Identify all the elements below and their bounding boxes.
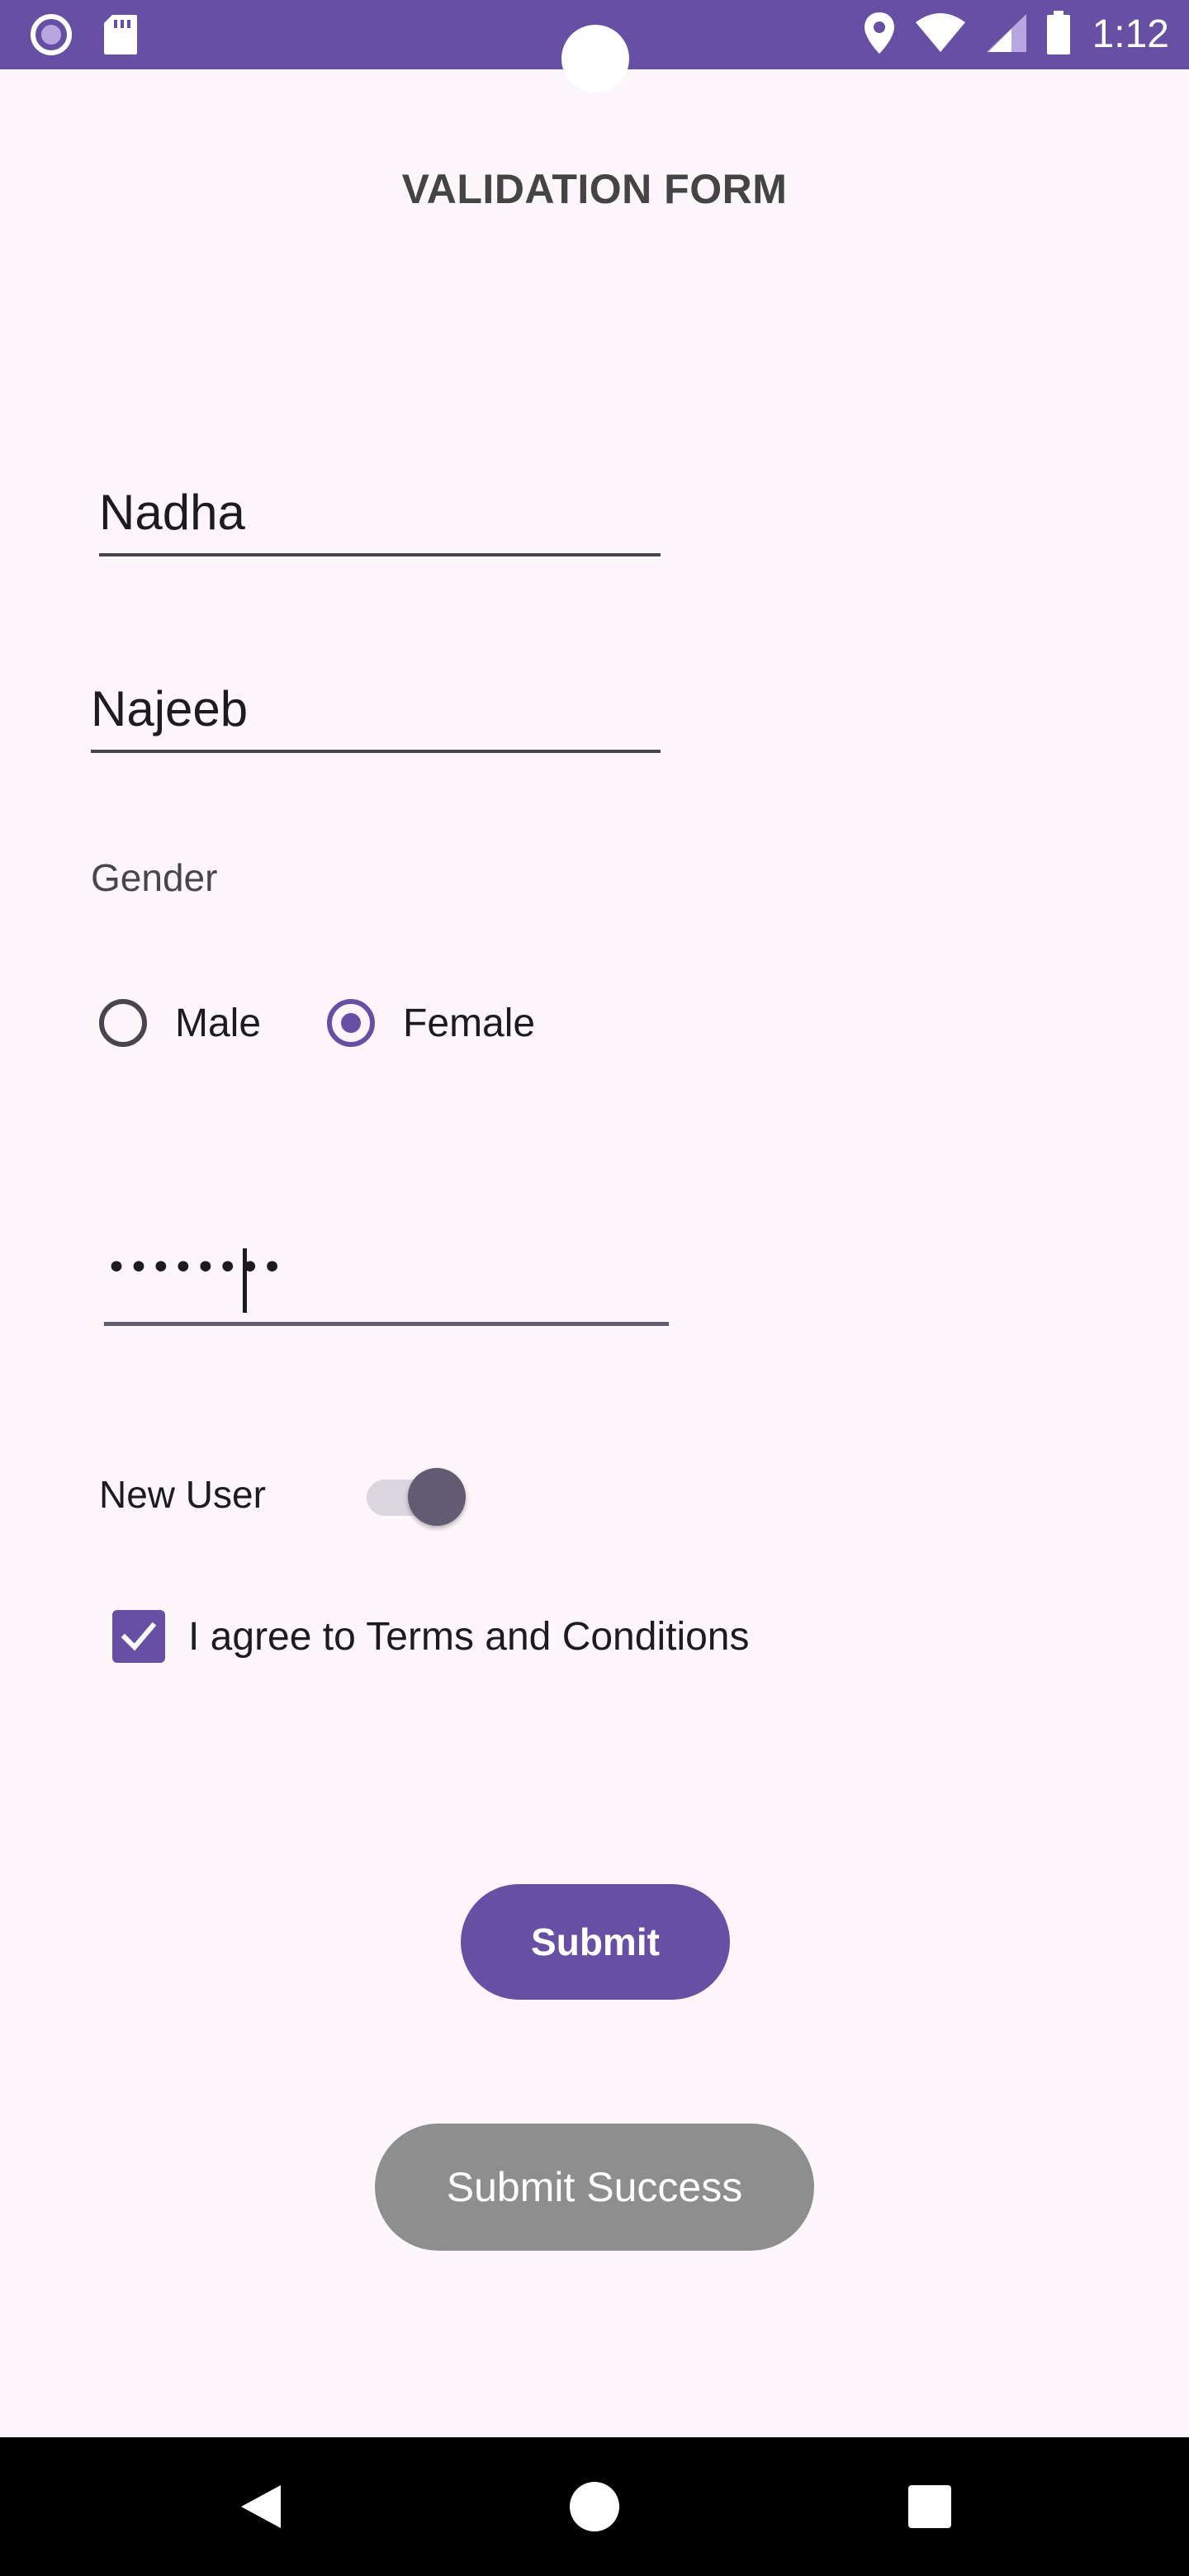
gender-label: Gender (91, 856, 218, 899)
status-right-icons: 1:12 (863, 10, 1169, 59)
gender-radio-group: Male Female (99, 999, 535, 1047)
terms-checkbox[interactable] (112, 1610, 165, 1663)
radio-male-label: Male (175, 1001, 262, 1045)
text-cursor (243, 1248, 247, 1313)
recents-icon[interactable] (908, 2485, 951, 2528)
location-icon (863, 11, 896, 59)
radio-female-circle[interactable] (327, 999, 376, 1047)
radio-female-label: Female (403, 1001, 536, 1045)
radio-female[interactable]: Female (327, 999, 535, 1047)
camera-notch (561, 25, 629, 92)
signal-icon (985, 12, 1028, 58)
status-time: 1:12 (1092, 12, 1169, 56)
submit-button[interactable]: Submit (461, 1884, 730, 2000)
back-icon[interactable] (238, 2482, 284, 2536)
new-user-label: New User (99, 1473, 266, 1516)
status-left-icons (30, 13, 139, 60)
sd-card-icon (102, 13, 139, 60)
record-icon (30, 13, 73, 60)
radio-male[interactable]: Male (99, 999, 261, 1047)
password-input[interactable]: •••••••• (104, 1235, 669, 1326)
navigation-bar (0, 2437, 1189, 2576)
first-name-input[interactable] (99, 471, 661, 556)
success-toast: Submit Success (375, 2124, 814, 2251)
home-icon[interactable] (570, 2482, 619, 2531)
radio-male-circle[interactable] (99, 999, 147, 1047)
battery-icon (1046, 10, 1071, 59)
new-user-row: New User (99, 1461, 466, 1527)
wifi-icon (914, 12, 967, 58)
password-dots: •••••••• (106, 1247, 284, 1289)
status-bar: 1:12 (0, 0, 1189, 92)
new-user-switch[interactable] (362, 1461, 466, 1527)
terms-label: I agree to Terms and Conditions (188, 1614, 750, 1659)
terms-row: I agree to Terms and Conditions (112, 1610, 750, 1663)
switch-thumb[interactable] (407, 1468, 466, 1526)
last-name-input[interactable] (91, 667, 661, 753)
page-title: VALIDATION FORM (401, 166, 788, 212)
checkmark-icon (121, 1622, 157, 1651)
